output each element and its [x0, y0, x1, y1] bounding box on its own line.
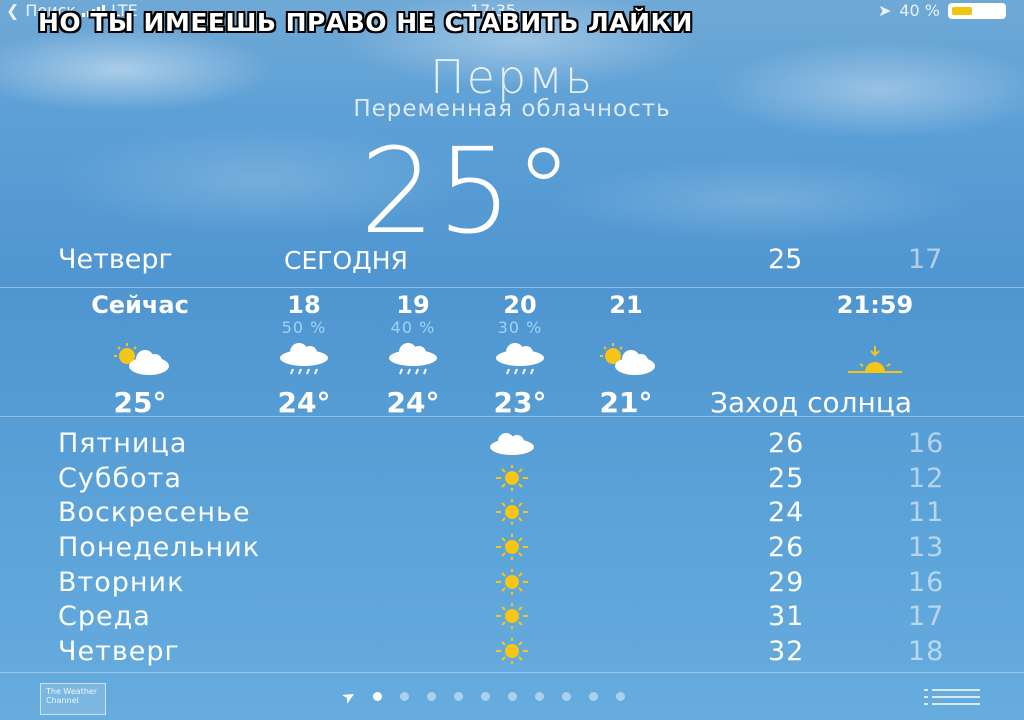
day-low: 16: [908, 428, 945, 459]
page-dot[interactable]: [616, 692, 626, 701]
daily-row: Понедельник 26 13: [58, 530, 978, 565]
page-dot[interactable]: [427, 692, 437, 701]
today-day: Четверг: [58, 244, 173, 275]
daily-row: Четверг 32 18: [58, 634, 978, 669]
daily-row: Воскресенье 24 11: [58, 495, 978, 530]
weather-condition: Переменная облачность: [353, 96, 671, 122]
daily-row: Вторник 29 16: [58, 565, 978, 600]
day-name: Вторник: [58, 566, 185, 598]
sunset-icon: [790, 338, 960, 382]
today-summary: Четверг СЕГОДНЯ 25 17: [58, 244, 966, 284]
day-low: 17: [908, 601, 945, 633]
sun-icon: [482, 463, 542, 493]
day-low: 11: [908, 497, 945, 529]
hour-temp: 21°: [599, 386, 653, 419]
hour-time: 21: [609, 291, 643, 319]
daily-row: Среда 31 17: [58, 599, 978, 634]
day-high: 25: [768, 462, 805, 494]
day-low: 18: [908, 636, 945, 668]
sun-icon: [482, 532, 542, 562]
page-dot[interactable]: [508, 692, 518, 701]
day-high: 26: [768, 428, 805, 459]
battery-percent: 40 %: [899, 1, 940, 20]
city-list-icon[interactable]: [922, 687, 982, 707]
sun-icon: [482, 497, 542, 527]
day-name: Суббота: [58, 462, 182, 494]
hour-column: Сейчас 25°: [70, 290, 210, 419]
today-high: 25: [768, 244, 803, 275]
hour-time: Сейчас: [91, 291, 189, 319]
weather-channel-logo[interactable]: The Weather Channel: [40, 683, 106, 715]
day-name: Воскресенье: [58, 497, 251, 529]
day-low: 16: [908, 566, 945, 598]
page-dot[interactable]: [454, 692, 464, 701]
current-temperature: 25°: [360, 122, 576, 260]
battery-icon: [948, 2, 1006, 19]
today-low: 17: [908, 244, 943, 275]
day-high: 29: [768, 566, 805, 598]
hour-precip: [790, 320, 960, 338]
bottom-toolbar: The Weather Channel ➤: [0, 672, 1024, 720]
hour-column: 21:59 Заход солнца: [710, 290, 960, 419]
page-dot[interactable]: [373, 692, 383, 701]
day-name: Среда: [58, 601, 151, 633]
day-high: 26: [768, 532, 805, 564]
sun-icon: [482, 601, 542, 631]
day-high: 31: [768, 601, 805, 633]
hourly-forecast[interactable]: Сейчас 25° 18 50 % 24° 19 40 % 24° 20 30…: [0, 290, 1024, 419]
hour-precip: [556, 320, 696, 338]
hour-precip: [70, 320, 210, 338]
page-indicator[interactable]: ➤: [338, 685, 626, 708]
daily-row: Суббота 25 12: [58, 461, 978, 496]
day-name: Четверг: [58, 636, 180, 668]
hour-temp: 25°: [113, 386, 167, 419]
daily-row: Пятница 26 16: [58, 426, 978, 461]
location-arrow-icon: ➤: [338, 684, 360, 709]
page-dot[interactable]: [589, 692, 599, 701]
day-high: 32: [768, 636, 805, 668]
today-label: СЕГОДНЯ: [284, 246, 408, 275]
page-dot[interactable]: [562, 692, 572, 701]
cloud-icon: [482, 428, 542, 458]
partly-cloudy-icon: [70, 338, 210, 382]
page-dot[interactable]: [481, 692, 491, 701]
sun-icon: [482, 636, 542, 666]
back-chevron-icon[interactable]: ❮: [6, 1, 19, 20]
day-name: Пятница: [58, 428, 188, 459]
day-low: 12: [908, 462, 945, 494]
divider: [0, 287, 1024, 288]
divider: [0, 416, 1024, 417]
meme-caption: НО ТЫ ИМЕЕШЬ ПРАВО НЕ СТАВИТЬ ЛАЙКИ: [38, 8, 693, 37]
sunset-label: Заход солнца: [710, 386, 913, 419]
sun-icon: [482, 567, 542, 597]
sunset-time: 21:59: [836, 291, 914, 319]
day-high: 24: [768, 497, 805, 529]
partly-cloudy-icon: [556, 338, 696, 382]
day-low: 13: [908, 532, 945, 564]
daily-forecast: Пятница 26 16 Суббота 25 12 Воскресенье …: [58, 426, 978, 669]
page-dot[interactable]: [535, 692, 545, 701]
day-name: Понедельник: [58, 532, 261, 564]
hour-column: 21 21°: [556, 290, 696, 419]
page-dot[interactable]: [400, 692, 410, 701]
